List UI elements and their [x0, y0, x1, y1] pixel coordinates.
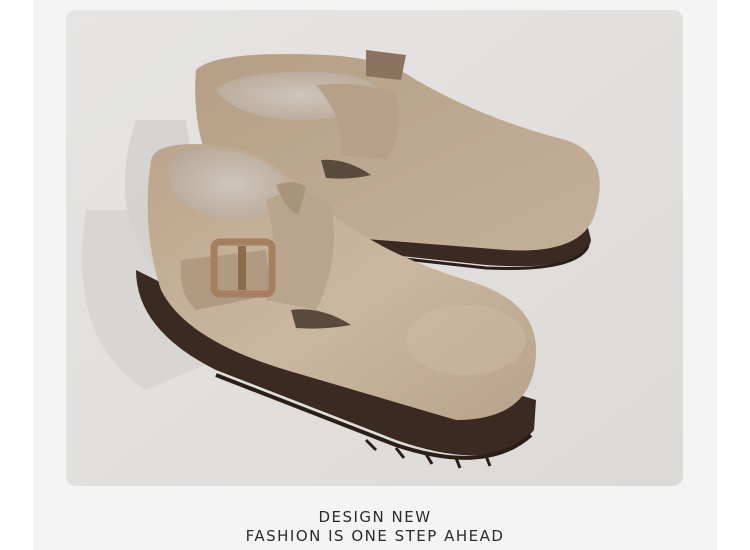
shoes-illustration — [66, 10, 683, 486]
product-detail-page: DESIGN NEW FASHION IS ONE STEP AHEAD — [0, 0, 750, 550]
product-photo — [66, 10, 683, 486]
caption-heading: DESIGN NEW — [318, 508, 432, 526]
caption-tagline: FASHION IS ONE STEP AHEAD — [245, 527, 505, 545]
